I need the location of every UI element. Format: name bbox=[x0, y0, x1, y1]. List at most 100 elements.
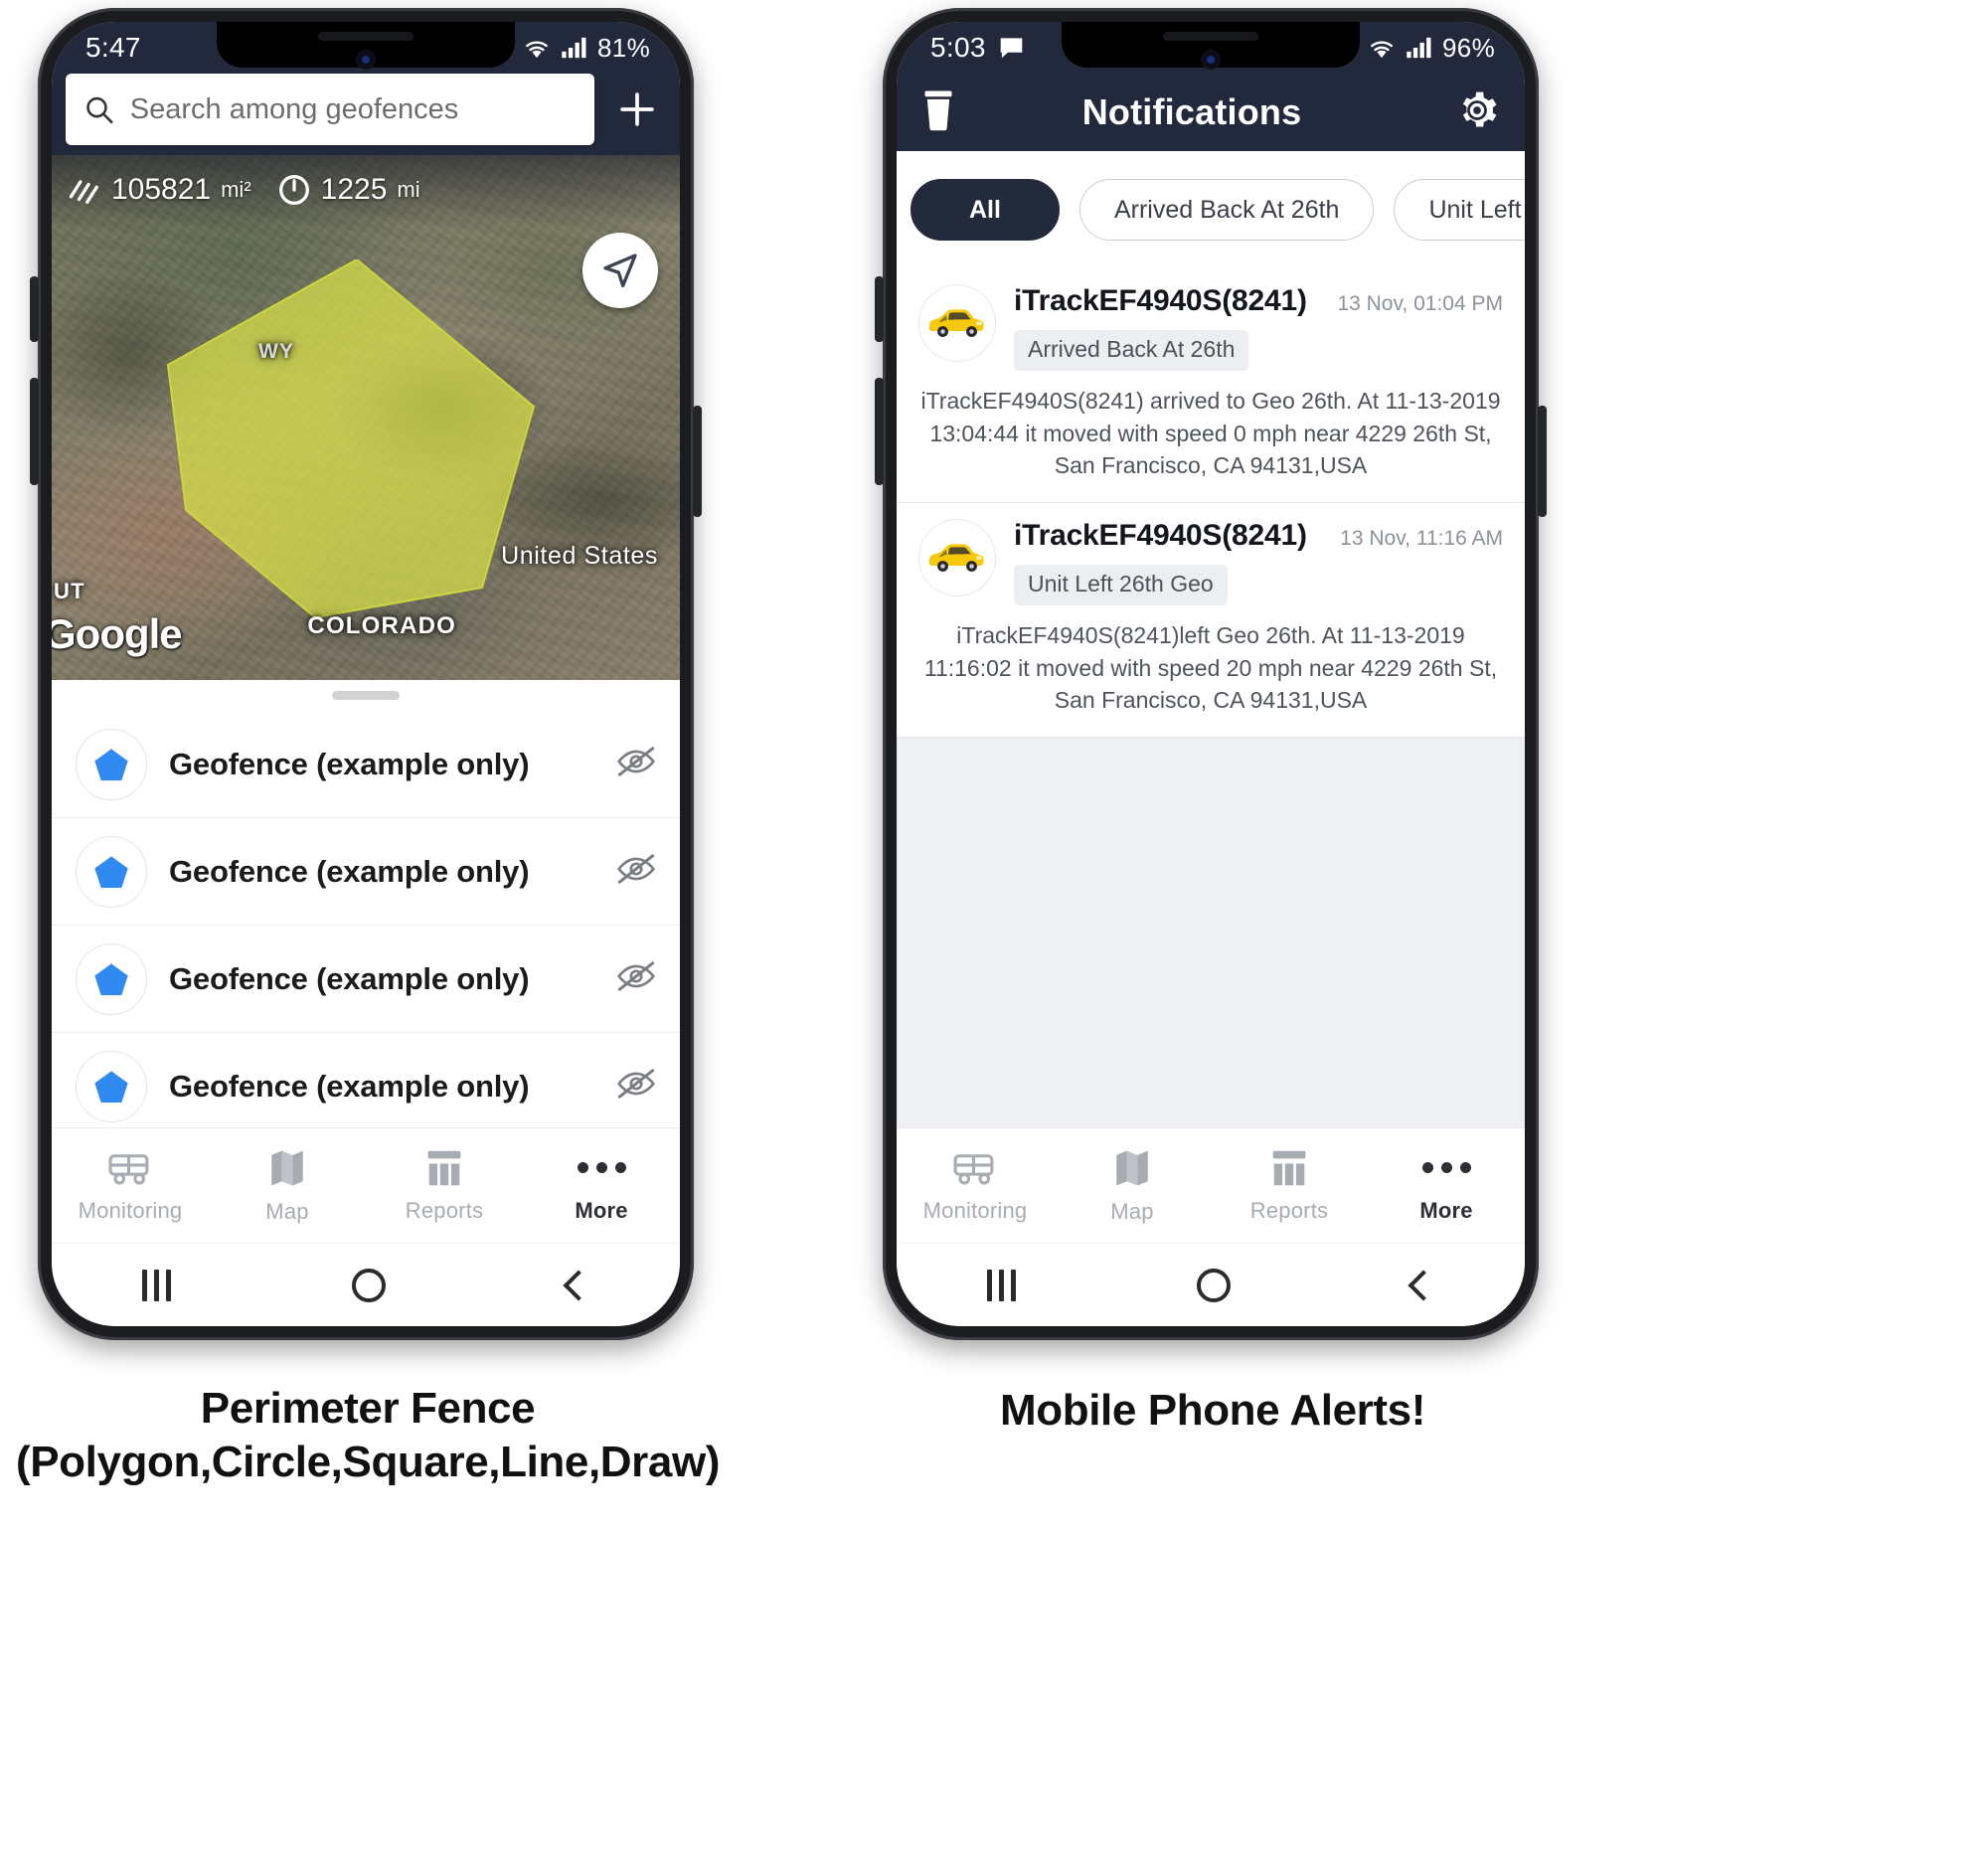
sheet-drag-handle-row[interactable] bbox=[52, 680, 680, 711]
perimeter-stat: 1225 mi bbox=[277, 173, 420, 207]
bar-chart-icon bbox=[427, 1150, 461, 1185]
map-view[interactable]: 105821 mi² 1225 mi WY UT United States C… bbox=[52, 155, 680, 680]
volume-up-button[interactable] bbox=[30, 276, 39, 342]
right-phone-device: 5:03 96% Notifications All Arrived Back … bbox=[875, 8, 1547, 1340]
geofence-list[interactable]: Geofence (example only) Geofence (exampl… bbox=[52, 711, 680, 1127]
filter-chip[interactable]: Arrived Back At 26th bbox=[1078, 179, 1375, 241]
left-caption-line1: Perimeter Fence bbox=[200, 1384, 536, 1433]
perimeter-value: 1225 bbox=[320, 173, 388, 206]
left-bottom-tabbar: Monitoring Map Reports More bbox=[52, 1127, 680, 1243]
search-input[interactable] bbox=[129, 92, 577, 126]
right-status-bar: 5:03 96% bbox=[897, 22, 1525, 74]
geofence-name: Geofence (example only) bbox=[169, 960, 530, 996]
tab-monitoring[interactable]: Monitoring bbox=[52, 1148, 209, 1224]
tab-label: More bbox=[575, 1197, 628, 1223]
pentagon-icon bbox=[94, 855, 128, 888]
eye-off-icon bbox=[617, 747, 655, 776]
notification-filter-chips[interactable]: All Arrived Back At 26th Unit Left 26th Ge… bbox=[897, 151, 1525, 268]
filter-chip[interactable]: All bbox=[911, 179, 1060, 241]
power-button[interactable] bbox=[693, 406, 702, 517]
volume-up-button-right[interactable] bbox=[875, 276, 884, 342]
back-button-right[interactable] bbox=[1408, 1269, 1439, 1301]
geofence-list-item[interactable]: Geofence (example only) bbox=[52, 1033, 680, 1127]
home-button-right[interactable] bbox=[1197, 1268, 1232, 1302]
notification-card[interactable]: iTrackEF4940S(8241) 13 Nov, 11:16 AM Uni… bbox=[897, 502, 1525, 738]
tab-reports[interactable]: Reports bbox=[366, 1148, 523, 1224]
navigate-arrow-icon bbox=[603, 254, 637, 287]
search-icon bbox=[86, 96, 113, 124]
eye-off-icon bbox=[617, 854, 655, 884]
notification-body-text: iTrackEF4940S(8241)left Geo 26th. At 11-… bbox=[923, 621, 1498, 714]
status-right-group-right: 96% bbox=[1367, 33, 1495, 64]
status-right-group: 81% bbox=[522, 33, 650, 64]
wifi-icon bbox=[1371, 41, 1393, 59]
volume-down-button[interactable] bbox=[30, 378, 39, 485]
area-stat: 105821 mi² bbox=[68, 173, 251, 207]
geofence-list-item[interactable]: Geofence (example only) bbox=[52, 711, 680, 819]
unit-name: iTrackEF4940S(8241) bbox=[1014, 284, 1307, 317]
device-notch-right bbox=[1062, 22, 1360, 68]
map-label-colorado: COLORADO bbox=[307, 612, 456, 639]
front-camera bbox=[358, 52, 374, 68]
geofence-shape-avatar bbox=[76, 942, 147, 1015]
volume-down-button-right[interactable] bbox=[875, 378, 884, 485]
search-toolbar bbox=[52, 74, 680, 155]
left-phone-device: 5:47 81% Search among geofences 105821 m… bbox=[30, 8, 702, 1340]
home-button[interactable] bbox=[352, 1268, 387, 1302]
earpiece-speaker-right bbox=[1163, 32, 1258, 41]
tab-monitoring[interactable]: Monitoring bbox=[897, 1148, 1054, 1224]
tab-more[interactable]: More bbox=[1368, 1148, 1525, 1224]
map-folded-icon bbox=[1116, 1150, 1148, 1185]
tab-label: Reports bbox=[405, 1197, 484, 1223]
tab-map[interactable]: Map bbox=[1054, 1147, 1211, 1225]
tab-label: More bbox=[1419, 1197, 1473, 1223]
settings-button[interactable] bbox=[1455, 88, 1499, 137]
google-attribution-logo: Google bbox=[52, 610, 183, 657]
notification-main: iTrackEF4940S(8241) 13 Nov, 11:16 AM Uni… bbox=[1014, 519, 1503, 605]
map-label-utah: UT bbox=[54, 579, 85, 603]
notification-timestamp: 13 Nov, 01:04 PM bbox=[1337, 292, 1503, 315]
map-folded-icon bbox=[271, 1150, 303, 1185]
geofence-visibility-toggle[interactable] bbox=[614, 959, 658, 998]
recent-apps-button[interactable] bbox=[142, 1269, 172, 1301]
filter-chip[interactable]: Unit Left 26th Geo bbox=[1394, 179, 1525, 241]
add-geofence-button[interactable] bbox=[594, 74, 680, 145]
map-label-country: United States bbox=[501, 542, 658, 570]
unit-name: iTrackEF4940S(8241) bbox=[1014, 518, 1307, 552]
search-field-container[interactable] bbox=[66, 74, 594, 145]
geofence-visibility-toggle[interactable] bbox=[614, 852, 658, 891]
tab-label: Reports bbox=[1249, 1197, 1329, 1223]
chat-bubble-icon bbox=[1000, 38, 1023, 59]
geofence-list-item[interactable]: Geofence (example only) bbox=[52, 926, 680, 1034]
clock-time: 5:03 bbox=[930, 32, 986, 63]
notifications-header: Notifications bbox=[897, 74, 1525, 151]
trash-icon bbox=[924, 90, 952, 130]
tab-label: Map bbox=[265, 1198, 309, 1224]
right-caption: Mobile Phone Alerts! bbox=[835, 1384, 1590, 1438]
notifications-list[interactable]: iTrackEF4940S(8241) 13 Nov, 01:04 PM Arr… bbox=[897, 268, 1525, 1127]
geofence-list-item[interactable]: Geofence (example only) bbox=[52, 818, 680, 927]
screenshot-stage: 5:47 81% Search among geofences 105821 m… bbox=[0, 0, 1988, 1873]
back-button[interactable] bbox=[563, 1269, 594, 1301]
tab-reports[interactable]: Reports bbox=[1211, 1148, 1368, 1224]
sheet-drag-handle[interactable] bbox=[332, 691, 400, 701]
device-notch bbox=[217, 22, 515, 68]
notification-card[interactable]: iTrackEF4940S(8241) 13 Nov, 01:04 PM Arr… bbox=[897, 268, 1525, 503]
geofence-shape-avatar bbox=[76, 1050, 147, 1122]
tab-label: Map bbox=[1110, 1198, 1154, 1224]
geofence-visibility-toggle[interactable] bbox=[614, 1067, 658, 1106]
geofence-visibility-toggle[interactable] bbox=[614, 745, 658, 783]
earpiece-speaker bbox=[318, 32, 414, 41]
tab-label: Monitoring bbox=[922, 1197, 1028, 1223]
delete-all-button[interactable] bbox=[918, 88, 958, 137]
notification-body-text: iTrackEF4940S(8241) arrived to Geo 26th.… bbox=[920, 388, 1501, 479]
area-unit: mi² bbox=[221, 177, 251, 202]
geofence-name: Geofence (example only) bbox=[169, 746, 530, 781]
my-location-button[interactable] bbox=[582, 233, 658, 308]
power-button-right[interactable] bbox=[1538, 406, 1547, 517]
tab-more[interactable]: More bbox=[523, 1148, 680, 1224]
area-value: 105821 bbox=[111, 173, 212, 206]
recent-apps-button-right[interactable] bbox=[987, 1269, 1017, 1301]
bar-chart-icon bbox=[1272, 1150, 1306, 1185]
tab-map[interactable]: Map bbox=[209, 1147, 366, 1225]
